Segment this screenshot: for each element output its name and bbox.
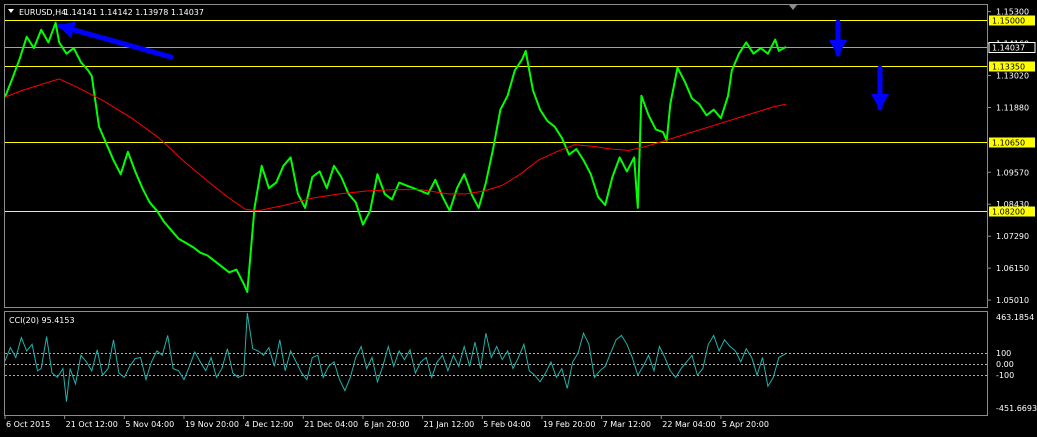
- current-price-label: 1.14037: [992, 44, 1025, 53]
- price-tick-label: 1.05010: [996, 296, 1029, 305]
- cci-panel-border: [4, 311, 988, 416]
- date-tick-label: 7 Mar 12:00: [603, 420, 651, 429]
- cci-indicator-label: CCI(20) 95.4153: [9, 316, 75, 325]
- level-price-label: 1.08200: [992, 208, 1025, 217]
- date-tick-label: 19 Feb 20:00: [543, 420, 595, 429]
- level-price-label: 1.10650: [992, 139, 1025, 148]
- symbol-label: EURUSD,H4: [19, 8, 66, 17]
- level-price-label: 1.13350: [992, 63, 1025, 72]
- level-price-label: 1.15000: [992, 17, 1025, 26]
- cci-series-line: [4, 312, 787, 402]
- cci-tick-label: 463.1854: [996, 313, 1034, 322]
- annotation-layer[interactable]: [57, 19, 889, 111]
- cci-tick-label: 0.00: [996, 360, 1014, 369]
- gridline-layer: [5, 353, 987, 376]
- date-tick-label: 21 Jan 12:00: [424, 420, 475, 429]
- price-tick-label: 1.06150: [996, 264, 1029, 273]
- shift-marker-icon[interactable]: [789, 5, 797, 10]
- price-tick-label: 1.07290: [996, 232, 1029, 241]
- price-tick-label: 1.15300: [996, 8, 1029, 17]
- date-tick-label: 6 Oct 2015: [6, 420, 50, 429]
- price-tick-label: 1.11880: [996, 103, 1029, 112]
- cci-tick-label: -100: [996, 371, 1014, 380]
- date-tick-label: 6 Jan 20:00: [364, 420, 410, 429]
- cci-tick-label: 100: [996, 349, 1011, 358]
- chart-canvas[interactable]: 1.153001.141601.130201.118801.095701.084…: [0, 0, 1037, 437]
- date-tick-label: 21 Oct 12:00: [66, 420, 118, 429]
- date-tick-label: 5 Feb 04:00: [483, 420, 530, 429]
- menu-triangle-icon[interactable]: [8, 9, 14, 13]
- price-tick-label: 1.13020: [996, 72, 1029, 81]
- series-layer: [4, 21, 787, 402]
- date-tick-label: 21 Dec 04:00: [304, 420, 358, 429]
- date-tick-label: 5 Nov 04:00: [125, 420, 174, 429]
- price-tick-label: 1.09570: [996, 168, 1029, 177]
- price-series-line: [4, 21, 787, 293]
- date-tick-label: 5 Apr 20:00: [722, 420, 769, 429]
- date-tick-label: 19 Nov 20:00: [185, 420, 239, 429]
- date-tick-label: 4 Dec 12:00: [245, 420, 294, 429]
- cci-tick-label: -451.6693: [996, 404, 1037, 413]
- date-tick-label: 22 Mar 04:00: [662, 420, 715, 429]
- arrow-annotation-icon-head[interactable]: [871, 94, 889, 110]
- ohlc-label: 1.14141 1.14142 1.13978 1.14037: [64, 8, 204, 17]
